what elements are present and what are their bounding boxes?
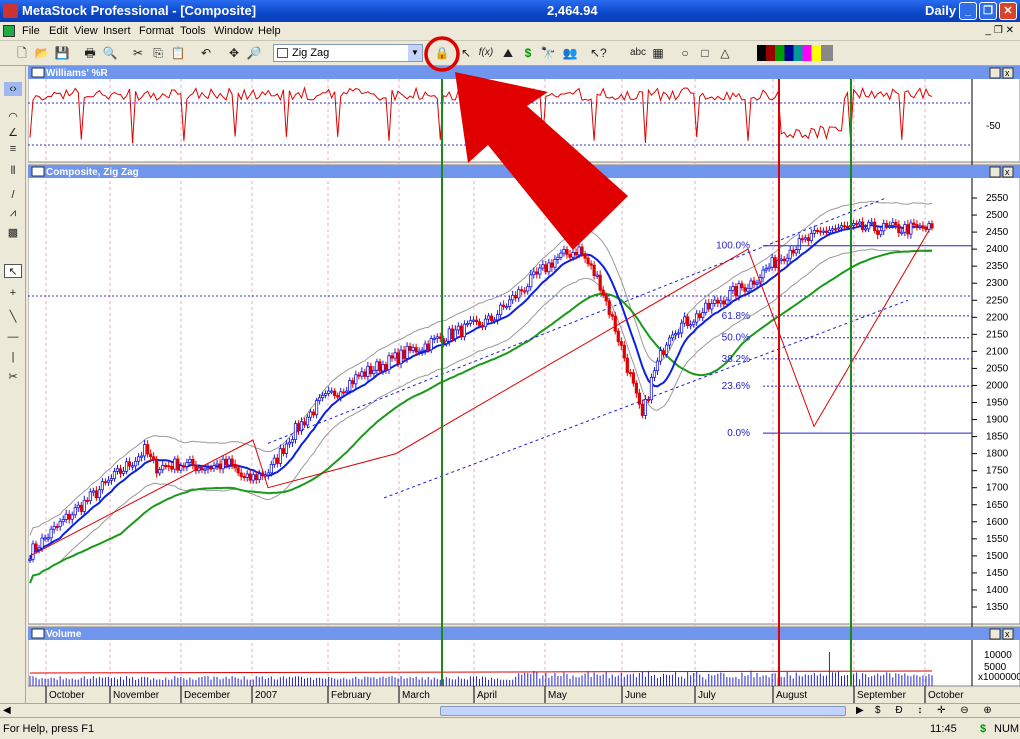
annotation-overlay xyxy=(424,36,628,250)
status-bar: For Help, press F1 11:45 $ NUM xyxy=(0,717,1020,739)
red-arrow-icon xyxy=(455,72,628,250)
dollar-indicator: $ xyxy=(980,723,987,735)
scrollbar-thumb[interactable] xyxy=(440,706,846,716)
scroll-left-icon[interactable]: ◀ xyxy=(3,705,11,716)
horizontal-scrollbar[interactable]: ◀ ▶ $ Ð ↕ ✛ ⊖ ⊕ ◀ ▶ ⊟ xyxy=(0,703,1020,727)
clock: 11:45 xyxy=(930,723,957,735)
num-lock-indicator: NUM xyxy=(994,723,1020,735)
help-text: For Help, press F1 xyxy=(3,723,95,735)
highlight-circle xyxy=(424,36,460,72)
scroll-right-icon[interactable]: ▶ xyxy=(856,705,864,716)
